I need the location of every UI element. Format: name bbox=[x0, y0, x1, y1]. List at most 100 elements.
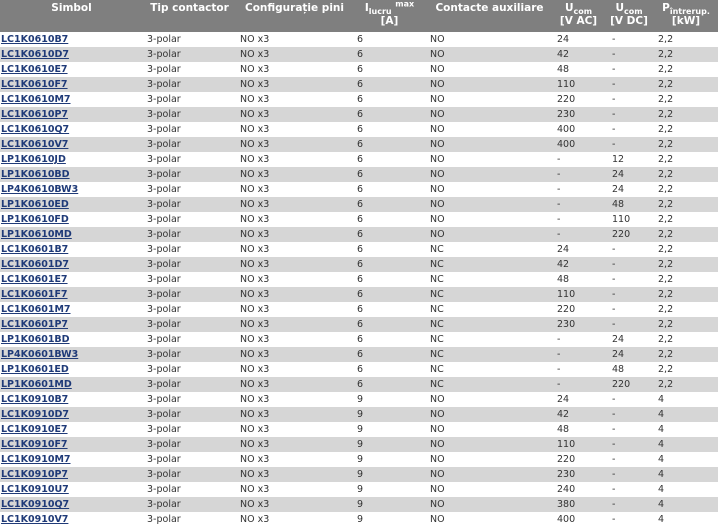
product-link[interactable]: LC1K0610E7 bbox=[1, 64, 68, 75]
cell-configuratie-pini: NO x3 bbox=[240, 424, 270, 435]
cell-i-lucru-max: 6 bbox=[357, 304, 364, 315]
cell-contacte-auxiliare: NO bbox=[430, 439, 445, 450]
cell-simbol: LC1K0601P7 bbox=[0, 317, 143, 332]
product-link[interactable]: LC1K0610Q7 bbox=[1, 124, 69, 135]
cell-simbol: LP1K0610MD bbox=[0, 227, 143, 242]
header-configuratie-pini[interactable]: Configurație pini bbox=[236, 0, 353, 32]
cell-p-intrerup: 2,2 bbox=[658, 214, 674, 225]
product-link[interactable]: LC1K0610F7 bbox=[1, 79, 68, 90]
cell-i-lucru-max: 6 bbox=[357, 124, 364, 135]
cell-u-com-ac: 24 bbox=[557, 244, 570, 255]
cell-configuratie-pini: NO x3 bbox=[240, 349, 270, 360]
product-link[interactable]: LC1K0610V7 bbox=[1, 139, 68, 150]
table-row: LC1K0610B7 3-polar NO x3 6 NO 24 - 2,2 bbox=[0, 32, 718, 47]
table-body: LC1K0610B7 3-polar NO x3 6 NO 24 - 2,2 LC1K0610D… bbox=[0, 32, 718, 527]
cell-contacte-auxiliare: NC bbox=[430, 259, 444, 270]
table-row: LC1K0610P7 3-polar NO x3 6 NO 230 - 2,2 bbox=[0, 107, 718, 122]
product-link[interactable]: LC1K0910F7 bbox=[1, 439, 68, 450]
cell-u-com-dc: - bbox=[612, 289, 616, 300]
product-link[interactable]: LP1K0610MD bbox=[1, 229, 72, 240]
cell-simbol: LC1K0601M7 bbox=[0, 302, 143, 317]
cell-u-com-ac: 220 bbox=[557, 304, 576, 315]
header-simbol[interactable]: Simbol bbox=[0, 0, 143, 32]
cell-p-intrerup: 2,2 bbox=[658, 109, 674, 120]
cell-simbol: LC1K0601E7 bbox=[0, 272, 143, 287]
cell-simbol: LP4K0610BW3 bbox=[0, 182, 143, 197]
product-link[interactable]: LC1K0601P7 bbox=[1, 319, 68, 330]
cell-u-com-ac: - bbox=[557, 199, 561, 210]
table-row: LP4K0601BW3 3-polar NO x3 6 NC - 24 2,2 bbox=[0, 347, 718, 362]
cell-u-com-dc: - bbox=[612, 244, 616, 255]
product-link[interactable]: LC1K0910U7 bbox=[1, 484, 69, 495]
product-link[interactable]: LP1K0610JD bbox=[1, 154, 66, 165]
product-link[interactable]: LC1K0601D7 bbox=[1, 259, 69, 270]
cell-u-com-ac: 110 bbox=[557, 289, 576, 300]
table-row: LC1K0610E7 3-polar NO x3 6 NO 48 - 2,2 bbox=[0, 62, 718, 77]
product-link[interactable]: LC1K0610M7 bbox=[1, 94, 71, 105]
cell-u-com-dc: - bbox=[612, 424, 616, 435]
cell-u-com-dc: - bbox=[612, 49, 616, 60]
table-row: LC1K0910E7 3-polar NO x3 9 NO 48 - 4 bbox=[0, 422, 718, 437]
header-p-intrerup[interactable]: Pîntrerup. [kW] bbox=[654, 0, 718, 32]
header-i-lucru-max[interactable]: Ilucru max [A] bbox=[353, 0, 426, 32]
table-row: LC1K0610D7 3-polar NO x3 6 NO 42 - 2,2 bbox=[0, 47, 718, 62]
cell-simbol: LC1K0910M7 bbox=[0, 452, 143, 467]
product-link[interactable]: LC1K0910E7 bbox=[1, 424, 68, 435]
product-link[interactable]: LC1K0910M7 bbox=[1, 454, 71, 465]
product-link[interactable]: LC1K0910V7 bbox=[1, 514, 68, 525]
cell-simbol: LC1K0610V7 bbox=[0, 137, 143, 152]
table-row: LP1K0601ED 3-polar NO x3 6 NC - 48 2,2 bbox=[0, 362, 718, 377]
cell-i-lucru-max: 6 bbox=[357, 79, 364, 90]
cell-p-intrerup: 2,2 bbox=[658, 64, 674, 75]
cell-u-com-dc: - bbox=[612, 304, 616, 315]
product-link[interactable]: LC1K0910B7 bbox=[1, 394, 68, 405]
product-link[interactable]: LC1K0601E7 bbox=[1, 274, 68, 285]
header-contacte-auxiliare[interactable]: Contacte auxiliare bbox=[426, 0, 553, 32]
cell-contacte-auxiliare: NO bbox=[430, 169, 445, 180]
header-u-com-ac[interactable]: Ucom [V AC] bbox=[553, 0, 604, 32]
product-link[interactable]: LC1K0601F7 bbox=[1, 289, 68, 300]
cell-configuratie-pini: NO x3 bbox=[240, 319, 270, 330]
cell-tip-contactor: 3-polar bbox=[147, 34, 181, 45]
cell-configuratie-pini: NO x3 bbox=[240, 139, 270, 150]
cell-i-lucru-max: 9 bbox=[357, 454, 364, 465]
cell-i-lucru-max: 6 bbox=[357, 139, 364, 150]
cell-p-intrerup: 4 bbox=[658, 394, 665, 405]
cell-simbol: LC1K0601D7 bbox=[0, 257, 143, 272]
product-link[interactable]: LC1K0601M7 bbox=[1, 304, 71, 315]
product-link[interactable]: LC1K0910D7 bbox=[1, 409, 69, 420]
product-link[interactable]: LC1K0610P7 bbox=[1, 109, 68, 120]
cell-u-com-dc: 48 bbox=[612, 364, 625, 375]
product-link[interactable]: LC1K0910P7 bbox=[1, 469, 68, 480]
cell-configuratie-pini: NO x3 bbox=[240, 64, 270, 75]
cell-simbol: LP1K0610BD bbox=[0, 167, 143, 182]
cell-configuratie-pini: NO x3 bbox=[240, 229, 270, 240]
product-link[interactable]: LP1K0601ED bbox=[1, 364, 69, 375]
cell-contacte-auxiliare: NC bbox=[430, 349, 444, 360]
header-u-com-dc[interactable]: Ucom [V DC] bbox=[604, 0, 654, 32]
product-link[interactable]: LP1K0610FD bbox=[1, 214, 69, 225]
cell-contacte-auxiliare: NO bbox=[430, 229, 445, 240]
table-row: LC1K0910D7 3-polar NO x3 9 NO 42 - 4 bbox=[0, 407, 718, 422]
cell-p-intrerup: 2,2 bbox=[658, 169, 674, 180]
product-link[interactable]: LP4K0610BW3 bbox=[1, 184, 78, 195]
cell-simbol: LC1K0910P7 bbox=[0, 467, 143, 482]
cell-tip-contactor: 3-polar bbox=[147, 154, 181, 165]
product-link[interactable]: LP1K0601MD bbox=[1, 379, 72, 390]
cell-simbol: LC1K0610M7 bbox=[0, 92, 143, 107]
product-link[interactable]: LC1K0610B7 bbox=[1, 34, 68, 45]
cell-u-com-ac: - bbox=[557, 364, 561, 375]
product-link[interactable]: LP1K0610ED bbox=[1, 199, 69, 210]
product-link[interactable]: LP1K0610BD bbox=[1, 169, 70, 180]
table-row: LC1K0601B7 3-polar NO x3 6 NC 24 - 2,2 bbox=[0, 242, 718, 257]
cell-simbol: LC1K0910Q7 bbox=[0, 497, 143, 512]
product-link[interactable]: LC1K0910Q7 bbox=[1, 499, 69, 510]
product-link[interactable]: LC1K0601B7 bbox=[1, 244, 68, 255]
cell-u-com-ac: - bbox=[557, 334, 561, 345]
header-tip-contactor[interactable]: Tip contactor bbox=[143, 0, 236, 32]
product-link[interactable]: LP1K0601BD bbox=[1, 334, 70, 345]
table-row: LP1K0610FD 3-polar NO x3 6 NO - 110 2,2 bbox=[0, 212, 718, 227]
product-link[interactable]: LP4K0601BW3 bbox=[1, 349, 78, 360]
product-link[interactable]: LC1K0610D7 bbox=[1, 49, 69, 60]
cell-u-com-ac: 110 bbox=[557, 439, 576, 450]
